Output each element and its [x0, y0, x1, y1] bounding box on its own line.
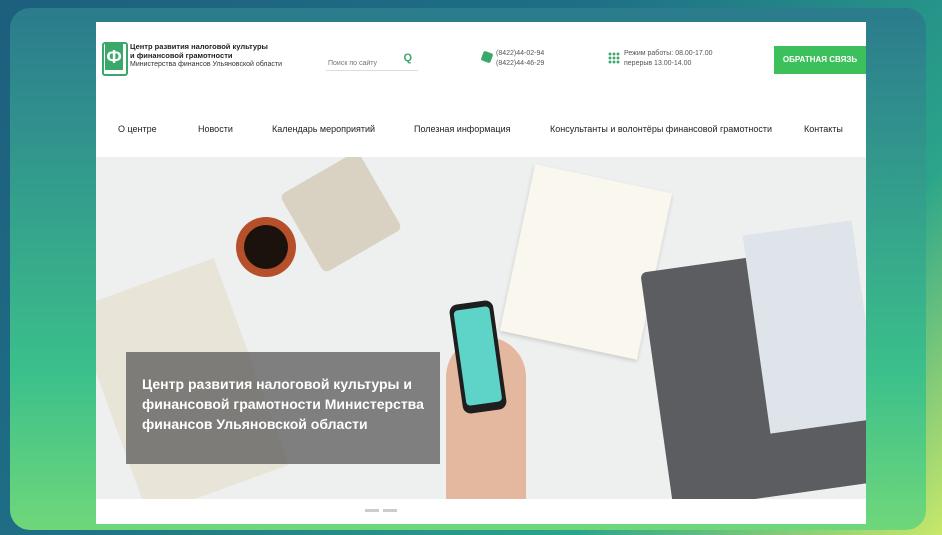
hero-banner: Центр развития налоговой культуры и фина… — [96, 157, 866, 499]
site-header: Ф Центр развития налоговой культуры и фи… — [96, 22, 866, 100]
calculator-image — [279, 157, 403, 274]
nav-item-news[interactable]: Новости — [198, 124, 233, 134]
hero-caption-box: Центр развития налоговой культуры и фина… — [126, 352, 440, 464]
search-box: Q — [326, 52, 418, 71]
feedback-button[interactable]: ОБРАТНАЯ СВЯЗЬ — [774, 46, 866, 74]
org-name-line1: Центр развития налоговой культуры — [130, 42, 268, 51]
nav-item-about[interactable]: О центре — [118, 124, 157, 134]
search-icon[interactable]: Q — [403, 52, 412, 64]
working-hours: Режим работы: 08.00-17.00 перерыв 13.00-… — [624, 49, 713, 69]
nav-item-useful-info[interactable]: Полезная информация — [414, 124, 510, 134]
nav-item-consultants[interactable]: Консультанты и волонтёры финансовой грам… — [550, 124, 772, 134]
coffee-cup-image — [236, 217, 296, 277]
phone-numbers: (8422)44-02-94 (8422)44-46-29 — [496, 49, 544, 69]
org-name-line3: Министерства финансов Ульяновской област… — [130, 61, 283, 68]
search-input[interactable] — [326, 59, 400, 68]
slider-dot-2[interactable] — [383, 509, 397, 512]
nav-item-calendar[interactable]: Календарь мероприятий — [272, 124, 375, 134]
phone-number-2[interactable]: (8422)44-46-29 — [496, 59, 544, 69]
phone-icon — [480, 50, 494, 64]
org-name-line2: и финансовой грамотности — [130, 51, 233, 60]
logo[interactable]: Ф — [102, 34, 128, 80]
hero-caption: Центр развития налоговой культуры и фина… — [142, 376, 424, 432]
working-hours-line1: Режим работы: 08.00-17.00 — [624, 50, 713, 57]
phone-number-1[interactable]: (8422)44-02-94 — [496, 49, 544, 59]
invoice-image — [499, 164, 673, 360]
working-hours-line2: перерыв 13.00-14.00 — [624, 60, 692, 67]
content-strip — [96, 500, 866, 524]
org-name: Центр развития налоговой культуры и фина… — [130, 42, 282, 69]
main-nav: О центре Новости Календарь мероприятий П… — [96, 102, 866, 158]
website-screen: Ф Центр развития налоговой культуры и фи… — [96, 22, 866, 524]
nav-item-contacts[interactable]: Контакты — [804, 124, 843, 134]
logo-letter-icon: Ф — [105, 44, 123, 70]
slider-indicators — [365, 499, 401, 517]
schedule-grid-icon — [608, 52, 620, 64]
slider-dot-1[interactable] — [365, 509, 379, 512]
